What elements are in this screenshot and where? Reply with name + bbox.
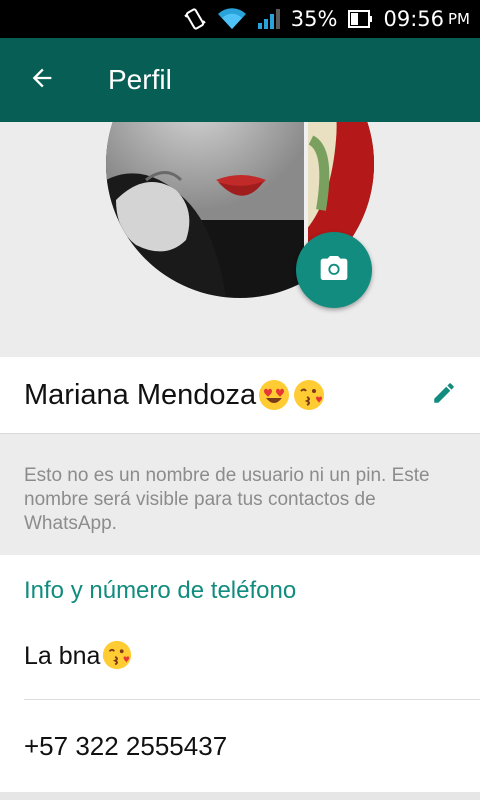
vibrate-icon bbox=[183, 7, 207, 31]
page-title: Perfil bbox=[108, 64, 172, 95]
pencil-icon bbox=[431, 380, 457, 411]
wifi-icon bbox=[217, 7, 247, 31]
info-section-title: Info y número de teléfono bbox=[24, 577, 297, 604]
app-bar: Perfil bbox=[0, 38, 480, 122]
heart-eyes-emoji bbox=[257, 378, 291, 412]
info-card: Info y número de teléfono La bna +57 322… bbox=[0, 555, 480, 792]
clock-time: 09:56 PM bbox=[383, 7, 470, 31]
battery-icon bbox=[347, 8, 373, 30]
clock-time-value: 09:56 bbox=[383, 7, 444, 31]
divider bbox=[24, 699, 480, 700]
edit-name-button[interactable] bbox=[426, 377, 462, 413]
kissing-heart-emoji bbox=[292, 378, 326, 412]
camera-icon bbox=[318, 252, 350, 289]
profile-name-text: Mariana Mendoza bbox=[24, 378, 257, 411]
phone-number: +57 322 2555437 bbox=[24, 731, 228, 761]
change-photo-button[interactable] bbox=[296, 232, 372, 308]
status-bar: 35% 09:56 PM bbox=[0, 0, 480, 38]
signal-icon bbox=[257, 7, 281, 31]
bottom-divider bbox=[0, 792, 480, 800]
arrow-back-icon bbox=[28, 64, 56, 97]
profile-photo-area bbox=[0, 122, 480, 358]
back-button[interactable] bbox=[0, 38, 84, 122]
kissing-heart-emoji bbox=[101, 639, 135, 673]
clock-ampm: PM bbox=[448, 10, 470, 28]
battery-percent: 35% bbox=[290, 7, 338, 31]
profile-name: Mariana Mendoza bbox=[24, 378, 326, 412]
about-row[interactable]: La bna bbox=[24, 639, 135, 673]
about-text: La bna bbox=[24, 641, 101, 670]
profile-name-row[interactable]: Mariana Mendoza bbox=[0, 357, 480, 434]
name-hint-text: Esto no es un nombre de usuario ni un pi… bbox=[24, 465, 430, 534]
